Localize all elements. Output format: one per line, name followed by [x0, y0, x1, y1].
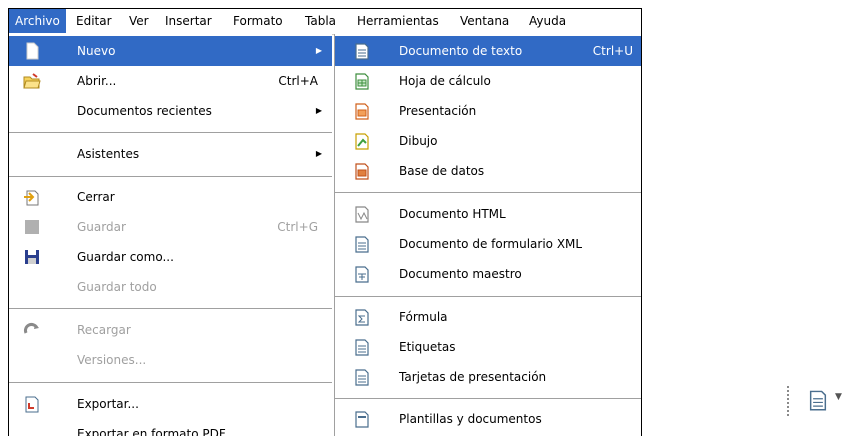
menu-item-cerrar[interactable]: Cerrar [9, 182, 332, 212]
menu-item-label: Exportar en formato PDF [77, 427, 226, 436]
menu-item-label: Tarjetas de presentación [399, 370, 547, 384]
submenu-item-documento-formulario-xml[interactable]: Documento de formulario XML [335, 229, 641, 259]
menu-item-guardar[interactable]: Guardar Ctrl+G [9, 212, 332, 242]
menu-item-versiones[interactable]: Versiones... [9, 345, 332, 375]
menu-item-label: Fórmula [399, 310, 448, 324]
submenu-item-etiquetas[interactable]: Etiquetas [335, 332, 641, 362]
menu-item-nuevo[interactable]: Nuevo ▶ [9, 36, 332, 66]
submenu-arrow-icon: ▶ [315, 46, 322, 55]
menubar-item-insertar[interactable]: Insertar [159, 9, 218, 33]
menu-separator [335, 398, 641, 399]
open-folder-icon [23, 73, 41, 89]
archivo-menu: Nuevo ▶ Abrir... Ctrl+A Documentos recie… [9, 34, 332, 436]
spreadsheet-icon [355, 73, 369, 90]
menu-item-exportar-pdf[interactable]: Exportar en formato PDF [9, 419, 332, 436]
menu-separator [9, 308, 332, 309]
menu-item-label: Recargar [77, 323, 131, 337]
nuevo-submenu: Documento de texto Ctrl+U Hoja de cálcul… [334, 34, 641, 436]
menu-item-label: Documento de formulario XML [399, 237, 583, 251]
chevron-down-icon[interactable]: ▼ [835, 392, 842, 402]
menu-item-label: Nuevo [77, 44, 116, 58]
presentation-icon [355, 103, 369, 120]
menubar-item-editar[interactable]: Editar [70, 9, 118, 33]
menu-separator [9, 382, 332, 383]
submenu-arrow-icon: ▶ [315, 106, 322, 115]
html-document-icon [355, 206, 369, 223]
submenu-item-dibujo[interactable]: Dibujo [335, 126, 641, 156]
formula-icon [355, 309, 369, 326]
menu-item-label: Documento de texto [399, 44, 523, 58]
new-document-toolbar-icon[interactable] [807, 388, 829, 412]
menu-item-label: Plantillas y documentos [399, 412, 542, 426]
menu-item-label: Base de datos [399, 164, 485, 178]
submenu-item-documento-maestro[interactable]: Documento maestro [335, 259, 641, 289]
menubar-item-herramientas[interactable]: Herramientas [351, 9, 445, 33]
submenu-item-tarjetas[interactable]: Tarjetas de presentación [335, 362, 641, 392]
menu-item-label: Guardar como... [77, 250, 174, 264]
drawing-icon [355, 133, 369, 150]
menu-item-label: Exportar... [77, 397, 139, 411]
submenu-item-plantillas[interactable]: Plantillas y documentos [335, 404, 641, 434]
export-icon [25, 396, 39, 413]
save-icon [25, 220, 39, 234]
menu-item-abrir[interactable]: Abrir... Ctrl+A [9, 66, 332, 96]
menu-bar: Archivo Editar Ver Insertar Formato Tabla Herr… [9, 9, 641, 35]
menubar-item-ayuda[interactable]: Ayuda [523, 9, 572, 33]
submenu-item-hoja-calculo[interactable]: Hoja de cálculo [335, 66, 641, 96]
menubar-item-formato[interactable]: Formato [227, 9, 289, 33]
menu-separator [335, 296, 641, 297]
shortcut-label: Ctrl+A [278, 74, 318, 88]
menu-separator [335, 192, 641, 193]
menu-item-label: Documento maestro [399, 267, 522, 281]
menu-item-guardar-todo[interactable]: Guardar todo [9, 272, 332, 302]
menu-separator [9, 132, 332, 133]
database-icon [355, 163, 369, 180]
menubar-item-tabla[interactable]: Tabla [299, 9, 342, 33]
menubar-item-ventana[interactable]: Ventana [454, 9, 515, 33]
menu-item-guardar-como[interactable]: Guardar como... [9, 242, 332, 272]
menu-item-label: Cerrar [77, 190, 115, 204]
xml-form-icon [355, 236, 369, 253]
menu-item-label: Dibujo [399, 134, 438, 148]
shortcut-label: Ctrl+G [277, 220, 318, 234]
menu-item-label: Versiones... [77, 353, 147, 367]
submenu-item-formula[interactable]: Fórmula [335, 302, 641, 332]
menu-item-label: Etiquetas [399, 340, 456, 354]
business-cards-icon [355, 369, 369, 386]
shortcut-label: Ctrl+U [592, 44, 633, 58]
menu-item-recargar[interactable]: Recargar [9, 315, 332, 345]
submenu-item-documento-html[interactable]: Documento HTML [335, 199, 641, 229]
menu-item-label: Documento HTML [399, 207, 506, 221]
menu-item-label: Asistentes [77, 147, 140, 161]
menu-item-label: Hoja de cálculo [399, 74, 491, 88]
menubar-item-ver[interactable]: Ver [123, 9, 155, 33]
master-document-icon [355, 266, 369, 283]
menu-item-label: Guardar [77, 220, 126, 234]
menu-item-documentos-recientes[interactable]: Documentos recientes ▶ [9, 96, 332, 126]
menu-screenshot: Archivo Editar Ver Insertar Formato Tabla Herr… [8, 8, 642, 436]
submenu-arrow-icon: ▶ [315, 149, 322, 158]
menu-item-label: Documentos recientes [77, 104, 212, 118]
submenu-item-base-datos[interactable]: Base de datos [335, 156, 641, 186]
new-document-icon [26, 42, 39, 60]
menu-item-label: Presentación [399, 104, 477, 118]
templates-icon [355, 411, 369, 428]
close-document-icon [24, 190, 39, 206]
menubar-item-archivo[interactable]: Archivo [9, 9, 66, 33]
writer-document-icon [355, 43, 369, 60]
submenu-item-documento-texto[interactable]: Documento de texto Ctrl+U [335, 36, 641, 66]
reload-icon [23, 322, 39, 334]
menu-item-label: Guardar todo [77, 280, 157, 294]
menu-item-exportar[interactable]: Exportar... [9, 389, 332, 419]
toolbar-grip[interactable] [787, 386, 791, 416]
menu-item-asistentes[interactable]: Asistentes ▶ [9, 139, 332, 169]
save-as-icon [25, 250, 39, 264]
toolbar-fragment: ▼ [777, 378, 862, 426]
labels-icon [355, 339, 369, 356]
submenu-item-presentacion[interactable]: Presentación [335, 96, 641, 126]
menu-separator [9, 176, 332, 177]
menu-item-label: Abrir... [77, 74, 117, 88]
